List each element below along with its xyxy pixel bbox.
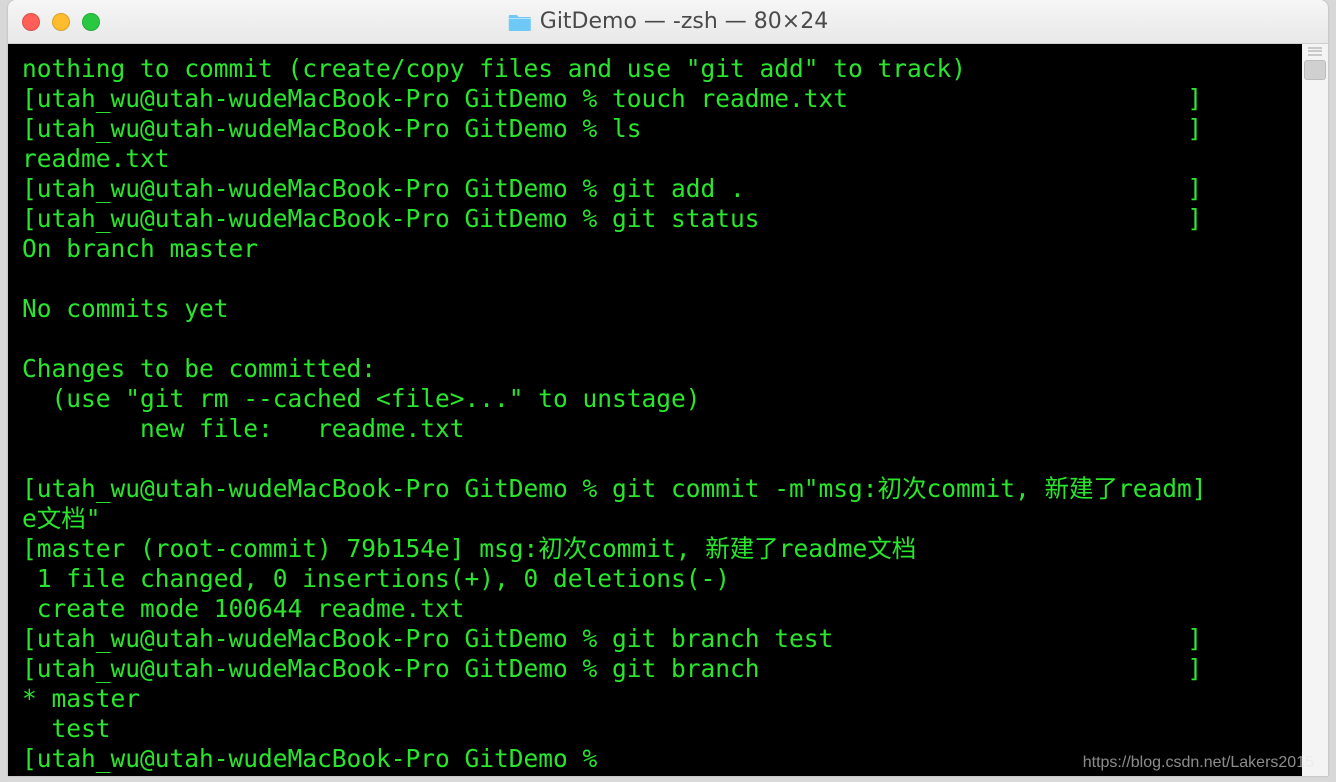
- terminal-line: e文档": [22, 504, 1320, 534]
- terminal-line: [utah_wu@utah-wudeMacBook-Pro GitDemo % …: [22, 84, 1320, 114]
- window-title-group: GitDemo — -zsh — 80×24: [508, 9, 828, 34]
- terminal-window: GitDemo — -zsh — 80×24 nothing to commit…: [8, 0, 1328, 776]
- window-title: GitDemo — -zsh — 80×24: [540, 9, 828, 34]
- watermark-text: https://blog.csdn.net/Lakers2015: [1083, 754, 1314, 772]
- terminal-line: [22, 264, 1320, 294]
- scrollbar-thumb[interactable]: [1304, 60, 1326, 80]
- terminal-line: 1 file changed, 0 insertions(+), 0 delet…: [22, 564, 1320, 594]
- titlebar[interactable]: GitDemo — -zsh — 80×24: [8, 0, 1328, 44]
- terminal-line: readme.txt: [22, 144, 1320, 174]
- terminal-line: create mode 100644 readme.txt: [22, 594, 1320, 624]
- terminal-line: [utah_wu@utah-wudeMacBook-Pro GitDemo % …: [22, 624, 1320, 654]
- terminal-output[interactable]: nothing to commit (create/copy files and…: [22, 54, 1320, 774]
- terminal-pane[interactable]: nothing to commit (create/copy files and…: [8, 44, 1328, 776]
- terminal-line: [utah_wu@utah-wudeMacBook-Pro GitDemo % …: [22, 474, 1320, 504]
- terminal-line: [utah_wu@utah-wudeMacBook-Pro GitDemo % …: [22, 114, 1320, 144]
- terminal-line: [utah_wu@utah-wudeMacBook-Pro GitDemo % …: [22, 204, 1320, 234]
- terminal-line: * master: [22, 684, 1320, 714]
- terminal-line: Changes to be committed:: [22, 354, 1320, 384]
- scrollbar-track[interactable]: [1302, 44, 1328, 776]
- terminal-line: nothing to commit (create/copy files and…: [22, 54, 1320, 84]
- close-icon[interactable]: [22, 13, 40, 31]
- terminal-line: [utah_wu@utah-wudeMacBook-Pro GitDemo % …: [22, 174, 1320, 204]
- folder-icon: [508, 12, 532, 32]
- terminal-line: [utah_wu@utah-wudeMacBook-Pro GitDemo % …: [22, 654, 1320, 684]
- terminal-line: On branch master: [22, 234, 1320, 264]
- terminal-line: [22, 444, 1320, 474]
- terminal-line: (use "git rm --cached <file>..." to unst…: [22, 384, 1320, 414]
- terminal-line: test: [22, 714, 1320, 744]
- scroll-hatch-icon: [1302, 44, 1328, 58]
- terminal-line: new file: readme.txt: [22, 414, 1320, 444]
- traffic-lights: [22, 13, 100, 31]
- fullscreen-icon[interactable]: [82, 13, 100, 31]
- terminal-line: [22, 324, 1320, 354]
- terminal-line: [master (root-commit) 79b154e] msg:初次com…: [22, 534, 1320, 564]
- minimize-icon[interactable]: [52, 13, 70, 31]
- terminal-line: No commits yet: [22, 294, 1320, 324]
